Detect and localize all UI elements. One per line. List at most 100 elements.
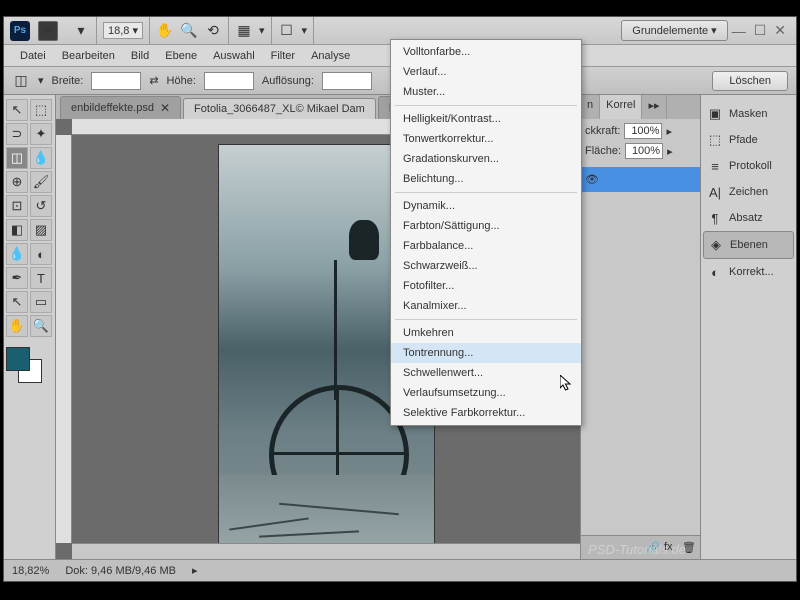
crop-tool-icon[interactable]: ◫ xyxy=(12,72,30,90)
panel-pfade[interactable]: ⬚Pfade xyxy=(703,127,794,153)
hand-tool[interactable]: ✋ xyxy=(6,315,28,337)
menu-ebene[interactable]: Ebene xyxy=(157,47,205,65)
menu-item-umkehren[interactable]: Umkehren xyxy=(391,323,581,343)
right-panel-dock: ▣Masken ⬚Pfade ≡Protokoll A|Zeichen ¶Abs… xyxy=(700,95,796,559)
chevron-right-icon[interactable]: ▸ xyxy=(666,125,672,138)
menu-bearbeiten[interactable]: Bearbeiten xyxy=(54,47,123,65)
wand-tool[interactable]: ✦ xyxy=(30,123,52,145)
type-tool[interactable]: T xyxy=(30,267,52,289)
width-input[interactable] xyxy=(91,72,141,90)
minimize-button[interactable]: — xyxy=(728,23,750,39)
layer-row[interactable]: 👁 xyxy=(581,167,700,192)
opacity-input[interactable]: 100% xyxy=(624,123,662,139)
close-icon[interactable]: ✕ xyxy=(160,101,170,115)
blur-tool[interactable]: 💧 xyxy=(6,243,28,265)
document-tab[interactable]: Fotolia_3066487_XL© Mikael Dam xyxy=(183,98,376,119)
move-tool[interactable]: ↖ xyxy=(6,99,28,121)
menu-item-helligkeitkontrast[interactable]: Helligkeit/Kontrast... xyxy=(391,109,581,129)
zoom-status[interactable]: 18,82% xyxy=(12,565,49,577)
chevron-right-icon[interactable]: ▸ xyxy=(667,145,673,158)
menu-item-farbbalance[interactable]: Farbbalance... xyxy=(391,236,581,256)
menu-item-verlauf[interactable]: Verlauf... xyxy=(391,62,581,82)
marquee-tool[interactable]: ⬚ xyxy=(30,99,52,121)
horizontal-scrollbar[interactable] xyxy=(72,543,580,559)
stamp-tool[interactable]: ⊡ xyxy=(6,195,28,217)
chevron-down-icon[interactable]: ▾ xyxy=(302,24,308,37)
history-brush-tool[interactable]: ↺ xyxy=(30,195,52,217)
chevron-down-icon[interactable]: ▾ xyxy=(38,74,44,87)
menu-item-muster[interactable]: Muster... xyxy=(391,82,581,102)
panel-ebenen[interactable]: ◈Ebenen xyxy=(703,231,794,259)
arrange-icon[interactable]: ▦ xyxy=(235,22,253,40)
path-select-tool[interactable]: ↖ xyxy=(6,291,28,313)
panel-tab[interactable]: n xyxy=(581,95,600,119)
brush-tool[interactable]: 🖌 xyxy=(30,171,52,193)
menu-item-selektivefarbkorrektur[interactable]: Selektive Farbkorrektur... xyxy=(391,403,581,423)
menu-item-belichtung[interactable]: Belichtung... xyxy=(391,169,581,189)
menu-analyse[interactable]: Analyse xyxy=(303,47,358,65)
menu-item-farbtonsttigung[interactable]: Farbton/Sättigung... xyxy=(391,216,581,236)
adjustments-icon: ◐ xyxy=(707,264,723,280)
workspace-selector[interactable]: Grundelemente ▾ xyxy=(621,20,727,41)
shape-tool[interactable]: ▭ xyxy=(30,291,52,313)
document-tab[interactable]: enbildeffekte.psd✕ xyxy=(60,96,181,119)
screenmode-icon[interactable]: ☐ xyxy=(278,22,296,40)
crop-tool[interactable]: ◫ xyxy=(6,147,28,169)
swap-icon[interactable]: ⇄ xyxy=(149,74,158,87)
menu-item-gradationskurven[interactable]: Gradationskurven... xyxy=(391,149,581,169)
menu-auswahl[interactable]: Auswahl xyxy=(205,47,263,65)
foreground-color[interactable] xyxy=(6,347,30,371)
menu-filter[interactable]: Filter xyxy=(263,47,303,65)
file-icon[interactable]: ▾ xyxy=(72,22,90,40)
height-input[interactable] xyxy=(204,72,254,90)
menu-item-volltonfarbe[interactable]: Volltonfarbe... xyxy=(391,42,581,62)
panel-tab[interactable]: Korrel xyxy=(600,95,642,119)
adjustment-layer-menu: Volltonfarbe...Verlauf...Muster... Hellig… xyxy=(390,39,582,426)
eraser-tool[interactable]: ◧ xyxy=(6,219,28,241)
color-picker[interactable] xyxy=(6,347,46,383)
panel-korrekturen[interactable]: ◐Korrekt... xyxy=(703,259,794,285)
clear-button[interactable]: Löschen xyxy=(712,71,788,91)
panel-protokoll[interactable]: ≡Protokoll xyxy=(703,153,794,179)
zoom-level-select[interactable]: 18,8 ▾ xyxy=(103,22,143,39)
menu-item-kanalmixer[interactable]: Kanalmixer... xyxy=(391,296,581,316)
pen-tool[interactable]: ✒ xyxy=(6,267,28,289)
menu-item-dynamik[interactable]: Dynamik... xyxy=(391,196,581,216)
mask-icon: ▣ xyxy=(707,106,723,122)
height-label: Höhe: xyxy=(167,75,196,87)
menu-item-verlaufsumsetzung[interactable]: Verlaufsumsetzung... xyxy=(391,383,581,403)
document-size-status[interactable]: Dok: 9,46 MB/9,46 MB xyxy=(65,565,176,577)
resolution-input[interactable] xyxy=(322,72,372,90)
gradient-tool[interactable]: ▨ xyxy=(30,219,52,241)
menu-item-tontrennung[interactable]: Tontrennung... xyxy=(391,343,581,363)
photoshop-icon[interactable]: Ps xyxy=(10,21,30,41)
menu-datei[interactable]: Datei xyxy=(12,47,54,65)
eyedropper-tool[interactable]: 💧 xyxy=(30,147,52,169)
zoom-tool[interactable]: 🔍 xyxy=(30,315,52,337)
menu-item-schwarzwei[interactable]: Schwarzweiß... xyxy=(391,256,581,276)
dodge-tool[interactable]: ◐ xyxy=(30,243,52,265)
menu-item-fotofilter[interactable]: Fotofilter... xyxy=(391,276,581,296)
maximize-button[interactable]: ☐ xyxy=(750,22,771,39)
panel-zeichen[interactable]: A|Zeichen xyxy=(703,179,794,205)
bridge-icon[interactable]: Br xyxy=(38,21,58,41)
heal-tool[interactable]: ⊕ xyxy=(6,171,28,193)
panel-tab-more[interactable]: ▸▸ xyxy=(642,95,666,119)
rotate-icon[interactable]: ⟲ xyxy=(204,22,222,40)
hand-tool-icon[interactable]: ✋ xyxy=(156,22,174,40)
panel-absatz[interactable]: ¶Absatz xyxy=(703,205,794,231)
menu-bild[interactable]: Bild xyxy=(123,47,157,65)
chevron-down-icon[interactable]: ▾ xyxy=(259,24,265,37)
panel-masken[interactable]: ▣Masken xyxy=(703,101,794,127)
chevron-right-icon[interactable]: ▸ xyxy=(192,564,198,577)
opacity-label: ckkraft: xyxy=(585,125,620,137)
menu-item-tonwertkorrektur[interactable]: Tonwertkorrektur... xyxy=(391,129,581,149)
watermark: PSD-Tutorials.de xyxy=(588,542,686,557)
close-button[interactable]: ✕ xyxy=(770,22,790,39)
fill-input[interactable]: 100% xyxy=(625,143,663,159)
lasso-tool[interactable]: ⊃ xyxy=(6,123,28,145)
layer-visibility-icon[interactable]: 👁 xyxy=(585,173,599,186)
vertical-ruler[interactable] xyxy=(56,135,72,543)
zoom-tool-icon[interactable]: 🔍 xyxy=(180,22,198,40)
menu-item-schwellenwert[interactable]: Schwellenwert... xyxy=(391,363,581,383)
